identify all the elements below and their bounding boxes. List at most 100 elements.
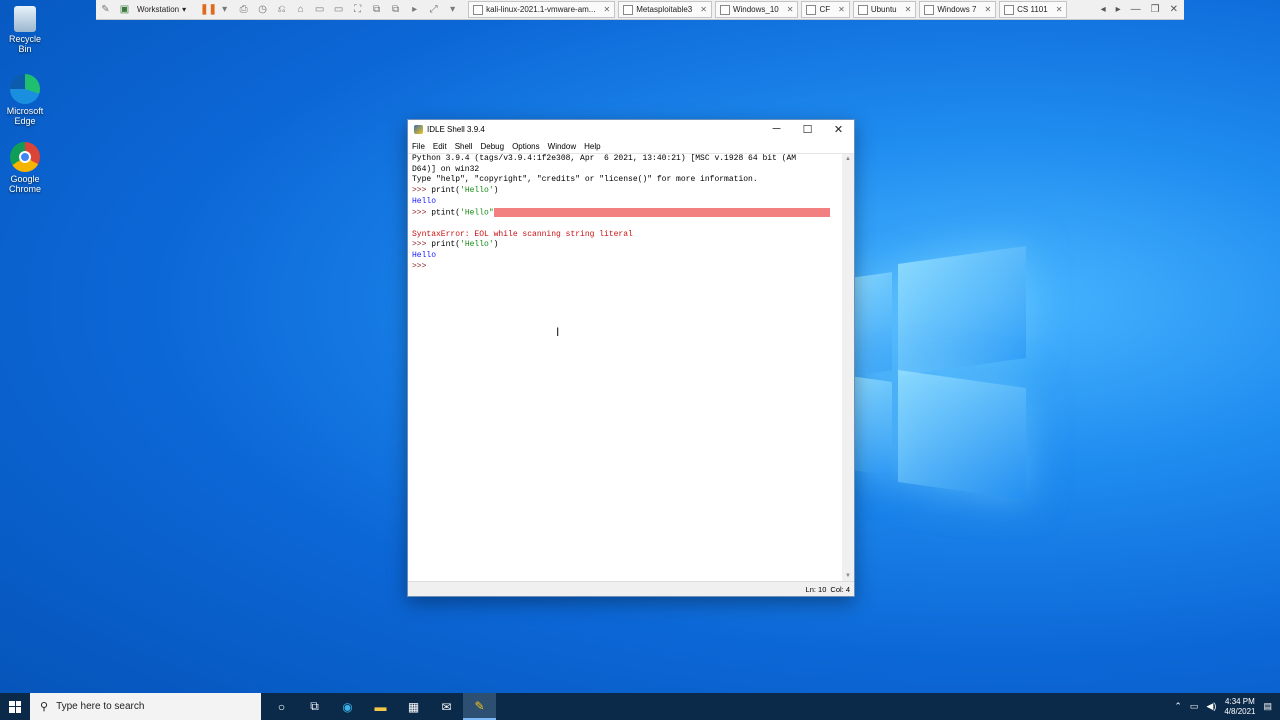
close-icon[interactable]: ✕ bbox=[787, 5, 794, 14]
desktop-icon-label: Microsoft Edge bbox=[6, 106, 44, 126]
vm-tab-cf[interactable]: CF ✕ bbox=[801, 1, 850, 18]
menu-bar: File Edit Shell Debug Options Window Hel… bbox=[408, 139, 854, 154]
menu-edit[interactable]: Edit bbox=[433, 142, 447, 151]
file-explorer-icon[interactable]: ▬ bbox=[364, 693, 397, 720]
tab-scroll-right-icon[interactable]: ▸ bbox=[1116, 4, 1121, 15]
notification-icon[interactable]: ▤ bbox=[1263, 701, 1272, 712]
start-button[interactable] bbox=[0, 700, 30, 713]
input-line: >>> bbox=[412, 262, 845, 273]
vm-tab-kali[interactable]: kali-linux-2021.1-vmware-am... ✕ bbox=[468, 1, 616, 18]
code: print( bbox=[431, 186, 461, 196]
maximize-button[interactable]: ☐ bbox=[792, 123, 823, 136]
tab-scroll-left-icon[interactable]: ◂ bbox=[1101, 4, 1106, 15]
input-line: >>> ptint('Hello" bbox=[412, 207, 845, 219]
task-view-icon[interactable]: ⧉ bbox=[298, 693, 331, 720]
idle-taskbar-icon[interactable]: ✎ bbox=[463, 693, 496, 720]
scroll-down-icon[interactable]: ▼ bbox=[842, 571, 854, 581]
desktop-icon-recycle-bin[interactable]: Recycle Bin bbox=[2, 6, 48, 54]
mail-icon[interactable]: ✉ bbox=[430, 693, 463, 720]
menu-debug[interactable]: Debug bbox=[480, 142, 504, 151]
scroll-up-icon[interactable]: ▲ bbox=[842, 154, 854, 164]
error-line: SyntaxError: EOL while scanning string l… bbox=[412, 229, 633, 239]
network-icon[interactable]: ▭ bbox=[1190, 701, 1199, 712]
desktop-icon-edge[interactable]: Microsoft Edge bbox=[2, 74, 48, 126]
store-icon[interactable]: ▦ bbox=[397, 693, 430, 720]
vm-icon bbox=[623, 4, 634, 15]
menu-help[interactable]: Help bbox=[584, 142, 600, 151]
input-line: >>> print('Hello') bbox=[412, 186, 845, 197]
text-cursor-icon: I bbox=[556, 325, 560, 339]
minimize-icon[interactable]: — bbox=[1131, 4, 1141, 15]
menu-window[interactable]: Window bbox=[548, 142, 576, 151]
clock[interactable]: 4:34 PM 4/8/2021 bbox=[1224, 697, 1255, 717]
code: ptint( bbox=[431, 208, 461, 218]
recycle-bin-icon bbox=[14, 6, 36, 32]
desktop-icon-label: Google Chrome bbox=[8, 174, 41, 194]
windows-start-icon bbox=[9, 700, 21, 713]
chevron-down-icon[interactable]: ▾ bbox=[219, 4, 230, 15]
close-icon[interactable]: ✕ bbox=[700, 5, 707, 14]
close-icon[interactable]: ✕ bbox=[984, 5, 991, 14]
vm-tab-cs1101[interactable]: CS 1101 ✕ bbox=[999, 1, 1068, 18]
vmware-toolbar: ✎ ▣ Workstation ▾ ❚❚ ▾ ⎙ ◷ ⎌ ⌂ ▭ ▭ ⛶ ⧉ ⧉… bbox=[96, 0, 1184, 20]
clock-time: 4:34 PM bbox=[1225, 696, 1255, 706]
vm-tab-windows10[interactable]: Windows_10 ✕ bbox=[714, 1, 799, 18]
vm-tab-ubuntu[interactable]: Ubuntu ✕ bbox=[852, 1, 917, 18]
idle-app-icon bbox=[414, 125, 423, 134]
close-button[interactable]: ✕ bbox=[823, 123, 854, 136]
prompt: >>> bbox=[412, 261, 432, 271]
view-library-icon[interactable]: ▭ bbox=[314, 4, 325, 15]
title-bar[interactable]: IDLE Shell 3.9.4 ─ ☐ ✕ bbox=[408, 120, 854, 139]
close-icon[interactable]: ✕ bbox=[838, 5, 845, 14]
vm-tab-label: Windows_10 bbox=[732, 5, 779, 14]
vm-icon bbox=[719, 4, 730, 15]
vm-tab-metasploitable3[interactable]: Metasploitable3 ✕ bbox=[618, 1, 712, 18]
string-literal: 'Hello' bbox=[460, 186, 494, 196]
search-placeholder: Type here to search bbox=[56, 701, 145, 712]
taskbar-search[interactable]: ⚲ Type here to search bbox=[30, 693, 261, 720]
prompt: >>> bbox=[412, 208, 432, 218]
banner-line: D64)] on win32 bbox=[412, 164, 480, 174]
chevron-up-icon[interactable]: ⌃ bbox=[1174, 701, 1182, 712]
fit-icon[interactable]: ⤢ bbox=[428, 4, 439, 15]
unity-icon[interactable]: ⧉ bbox=[371, 4, 382, 15]
send-keys-icon[interactable]: ⎙ bbox=[238, 4, 249, 15]
shell-text-area[interactable]: Python 3.9.4 (tags/v3.9.4:1f2e308, Apr 6… bbox=[408, 154, 845, 581]
pin-icon[interactable]: ✎ bbox=[100, 4, 111, 15]
desktop-icon-chrome[interactable]: Google Chrome bbox=[2, 142, 48, 194]
workstation-icon: ▣ bbox=[119, 4, 130, 15]
code: ) bbox=[493, 240, 499, 250]
snapshot-icon[interactable]: ◷ bbox=[257, 4, 268, 15]
console-icon[interactable]: ▸ bbox=[409, 4, 420, 15]
close-icon[interactable]: ✕ bbox=[1056, 5, 1063, 14]
stretch-icon[interactable]: ⧉ bbox=[390, 4, 401, 15]
output-line: Hello bbox=[412, 196, 437, 206]
close-icon[interactable]: ✕ bbox=[603, 5, 610, 14]
workstation-menu[interactable]: ▣ Workstation ▾ bbox=[115, 4, 186, 15]
menu-options[interactable]: Options bbox=[512, 142, 540, 151]
vm-icon bbox=[924, 4, 935, 15]
fullscreen-icon[interactable]: ⛶ bbox=[352, 4, 363, 15]
minimize-button[interactable]: ─ bbox=[761, 123, 792, 136]
window-controls: ─ ☐ ✕ bbox=[761, 123, 854, 136]
pause-icon[interactable]: ❚❚ bbox=[200, 4, 217, 15]
close-icon[interactable]: ✕ bbox=[905, 5, 912, 14]
vm-icon bbox=[473, 4, 484, 15]
cortana-icon[interactable]: ○ bbox=[265, 693, 298, 720]
menu-file[interactable]: File bbox=[412, 142, 425, 151]
view-thumbnail-icon[interactable]: ▭ bbox=[333, 4, 344, 15]
close-icon[interactable]: ✕ bbox=[1170, 4, 1178, 15]
window-title: IDLE Shell 3.9.4 bbox=[427, 125, 485, 134]
input-line: >>> print('Hello') bbox=[412, 240, 845, 251]
workstation-label: Workstation bbox=[137, 5, 180, 14]
vm-tab-windows7[interactable]: Windows 7 ✕ bbox=[919, 1, 997, 18]
edge-taskbar-icon[interactable]: ◉ bbox=[331, 693, 364, 720]
desktop-icon-label: Recycle Bin bbox=[8, 34, 41, 54]
revert-snapshot-icon[interactable]: ⎌ bbox=[276, 4, 287, 15]
restore-icon[interactable]: ❐ bbox=[1151, 4, 1160, 15]
menu-shell[interactable]: Shell bbox=[455, 142, 473, 151]
vertical-scrollbar[interactable]: ▲ ▼ bbox=[842, 154, 854, 581]
snapshot-manager-icon[interactable]: ⌂ bbox=[295, 4, 306, 15]
chevron-down-icon[interactable]: ▾ bbox=[447, 4, 458, 15]
volume-icon[interactable]: ◀) bbox=[1206, 701, 1216, 712]
